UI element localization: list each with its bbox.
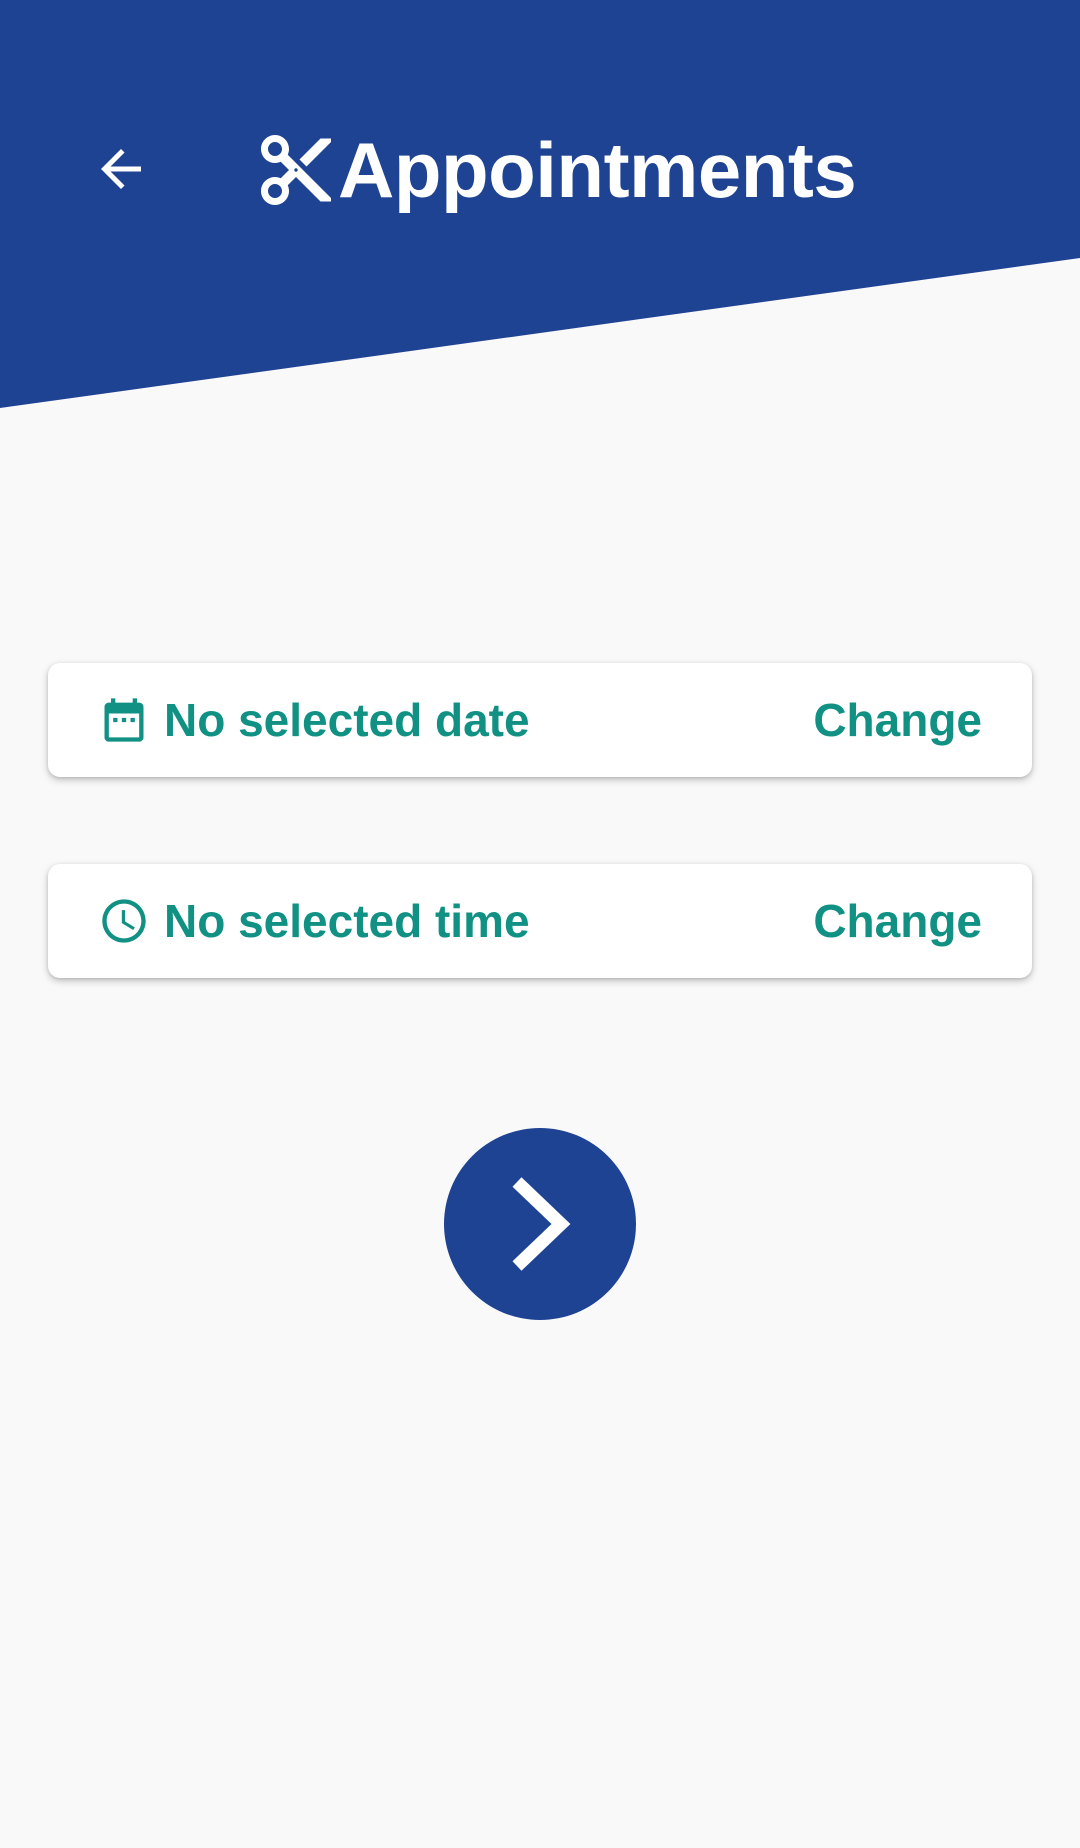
- chevron-right-icon: [512, 1177, 571, 1271]
- arrow-left-icon: [101, 149, 141, 189]
- time-card: No selected time Change: [48, 864, 1032, 978]
- clock-icon: [98, 895, 150, 947]
- change-time-button[interactable]: Change: [813, 894, 982, 948]
- scissors-icon: [261, 135, 331, 205]
- time-label: No selected time: [164, 895, 530, 947]
- next-button[interactable]: [444, 1128, 636, 1320]
- page-title: Appointments: [338, 126, 857, 214]
- header-title-group: Appointments: [254, 120, 857, 220]
- date-card: No selected date Change: [48, 663, 1032, 777]
- date-label: No selected date: [164, 694, 530, 746]
- back-button[interactable]: [80, 128, 162, 210]
- change-date-button[interactable]: Change: [813, 693, 982, 747]
- calendar-icon: [98, 694, 150, 746]
